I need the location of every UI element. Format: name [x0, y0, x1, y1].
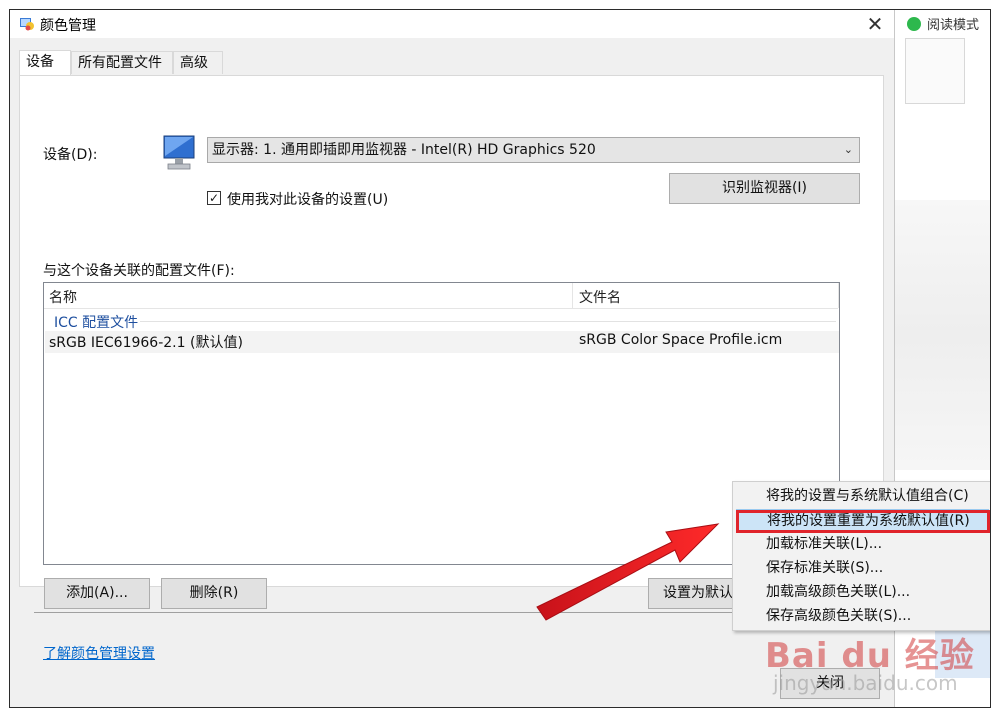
- watermark-logo: Bai du 经验: [765, 636, 975, 676]
- watermark-url: jingyan.baidu.com: [773, 671, 958, 695]
- annotation-arrow-icon: [536, 523, 720, 621]
- screenshot-frame: 阅读模式 颜色管理 ✕ 设备 所有配置文件 高级 设备(D): 显示器: 1. …: [9, 9, 991, 708]
- baidu-watermark: Bai du 经验 jingyan.baidu.com: [765, 623, 974, 703]
